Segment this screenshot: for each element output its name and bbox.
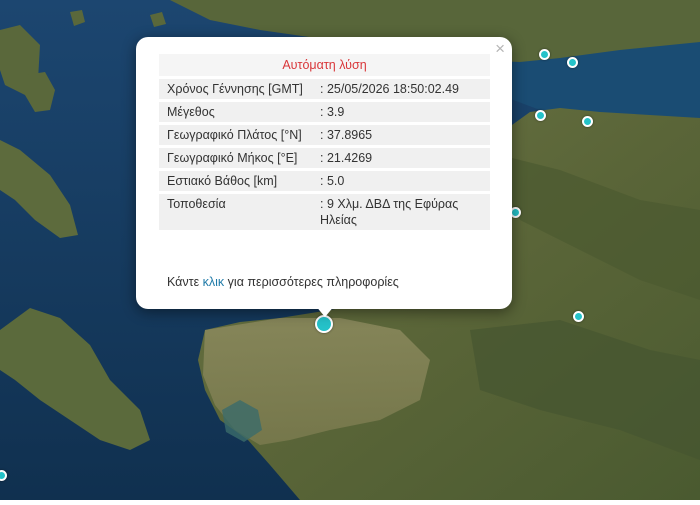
- info-row-location: Τοποθεσία : 9 Χλμ. ΔΒΔ της Εφύρας Ηλείας: [159, 194, 490, 230]
- earthquake-marker[interactable]: [582, 116, 593, 127]
- info-row-depth: Εστιακό Βάθος [km] : 5.0: [159, 171, 490, 191]
- info-row-latitude: Γεωγραφικό Πλάτος [°N] : 37.8965: [159, 125, 490, 145]
- origin-time-value: : 25/05/2026 18:50:02.49: [308, 79, 490, 99]
- earthquake-marker[interactable]: [567, 57, 578, 68]
- popup-title: Αυτόματη λύση: [159, 54, 490, 76]
- earthquake-marker[interactable]: [539, 49, 550, 60]
- earthquake-marker[interactable]: [573, 311, 584, 322]
- earthquake-marker[interactable]: [535, 110, 546, 121]
- info-row-origin-time: Χρόνος Γέννησης [GMT] : 25/05/2026 18:50…: [159, 79, 490, 99]
- latitude-value: : 37.8965: [308, 125, 490, 145]
- magnitude-label: Μέγεθος: [159, 102, 308, 122]
- footer-suffix: για περισσότερες πληροφορίες: [224, 275, 399, 289]
- more-info-link[interactable]: κλικ: [203, 275, 225, 289]
- info-row-magnitude: Μέγεθος : 3.9: [159, 102, 490, 122]
- popup-pointer: [315, 305, 335, 317]
- location-label: Τοποθεσία: [159, 194, 308, 230]
- longitude-label: Γεωγραφικό Μήκος [°E]: [159, 148, 308, 168]
- close-popup-button[interactable]: ×: [495, 40, 505, 58]
- origin-time-label: Χρόνος Γέννησης [GMT]: [159, 79, 308, 99]
- earthquake-info-table: Αυτόματη λύση Χρόνος Γέννησης [GMT] : 25…: [159, 51, 490, 233]
- selected-earthquake-marker[interactable]: [315, 315, 333, 333]
- more-info-text: Κάντε κλικ για περισσότερες πληροφορίες: [167, 275, 399, 289]
- longitude-value: : 21.4269: [308, 148, 490, 168]
- magnitude-value: : 3.9: [308, 102, 490, 122]
- depth-value: : 5.0: [308, 171, 490, 191]
- footer-prefix: Κάντε: [167, 275, 203, 289]
- location-value: : 9 Χλμ. ΔΒΔ της Εφύρας Ηλείας: [308, 194, 490, 230]
- latitude-label: Γεωγραφικό Πλάτος [°N]: [159, 125, 308, 145]
- depth-label: Εστιακό Βάθος [km]: [159, 171, 308, 191]
- info-row-longitude: Γεωγραφικό Μήκος [°E] : 21.4269: [159, 148, 490, 168]
- earthquake-info-popup: × Αυτόματη λύση Χρόνος Γέννησης [GMT] : …: [136, 37, 512, 309]
